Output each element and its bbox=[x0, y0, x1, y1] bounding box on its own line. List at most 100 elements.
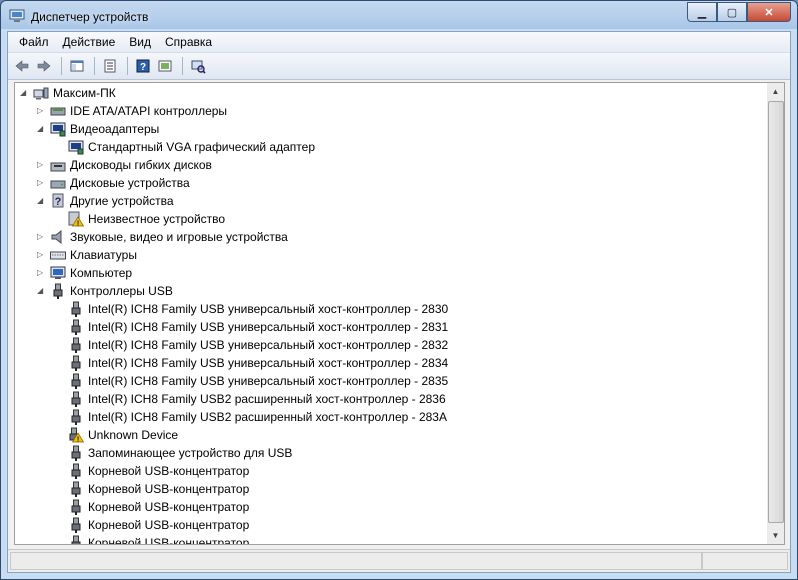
minimize-button[interactable]: ▁ bbox=[687, 2, 717, 22]
tree-node[interactable]: Intel(R) ICH8 Family USB2 расширенный хо… bbox=[15, 390, 765, 408]
expand-arrow-icon[interactable]: ▷ bbox=[37, 160, 45, 169]
disk-drive-icon bbox=[50, 180, 66, 189]
toolbar: ? bbox=[8, 53, 790, 80]
device-tree[interactable]: ◢ Максим-ПК ▷ IDE ATA/ATAPI контроллеры ◢ Вид… bbox=[14, 82, 769, 545]
tree-node[interactable]: Корневой USB-концентратор bbox=[15, 498, 765, 516]
status-pane-main bbox=[10, 552, 702, 570]
collapse-arrow-icon[interactable]: ◢ bbox=[37, 124, 45, 133]
collapse-arrow-icon[interactable]: ◢ bbox=[37, 286, 45, 295]
scroll-thumb[interactable] bbox=[768, 101, 784, 523]
warning-device-icon: ! bbox=[68, 211, 84, 227]
usb-plug-icon bbox=[71, 337, 81, 353]
show-hide-button[interactable] bbox=[155, 56, 175, 76]
tree-node[interactable]: ▷ Дисковые устройства bbox=[15, 174, 765, 192]
properties-button[interactable] bbox=[100, 56, 120, 76]
window-title: Диспетчер устройств bbox=[31, 10, 149, 24]
tree-node-label: Intel(R) ICH8 Family USB универсальный х… bbox=[88, 356, 449, 370]
tree-node-label: Видеоадаптеры bbox=[70, 122, 160, 136]
menu-item-1[interactable]: Действие bbox=[56, 33, 123, 51]
usb-plug-icon bbox=[71, 499, 81, 515]
tree-node[interactable]: ! Unknown Device bbox=[15, 426, 765, 444]
title-bar[interactable]: Диспетчер устройств ▁ ▢ ✕ bbox=[1, 1, 797, 31]
usb-plug-icon bbox=[71, 409, 81, 425]
usb-plug-icon bbox=[71, 301, 81, 317]
tree-node[interactable]: Intel(R) ICH8 Family USB универсальный х… bbox=[15, 300, 765, 318]
client-area: Файл Действие Вид Справка ? ◢ Максим-ПК ▷ IDE … bbox=[7, 31, 791, 573]
toolbar-separator bbox=[61, 57, 62, 75]
tree-node[interactable]: ◢ Контроллеры USB bbox=[15, 282, 765, 300]
display-adapter-icon bbox=[50, 122, 66, 137]
tree-node-label: Intel(R) ICH8 Family USB универсальный х… bbox=[88, 320, 449, 334]
scan-hardware-button[interactable] bbox=[188, 56, 208, 76]
collapse-arrow-icon[interactable]: ◢ bbox=[37, 196, 45, 205]
svg-text:!: ! bbox=[77, 437, 79, 444]
tree-node-label: Неизвестное устройство bbox=[88, 212, 226, 226]
monitor-icon bbox=[50, 266, 66, 279]
help-icon: ? bbox=[136, 59, 150, 73]
usb-plug-icon bbox=[71, 355, 81, 371]
floppy-drive-icon bbox=[50, 162, 66, 172]
display-adapter-icon bbox=[68, 140, 84, 155]
tree-node-label: Корневой USB-концентратор bbox=[88, 482, 250, 496]
tree-node[interactable]: Intel(R) ICH8 Family USB универсальный х… bbox=[15, 354, 765, 372]
menu-item-2[interactable]: Вид bbox=[122, 33, 158, 51]
usb-plug-icon bbox=[71, 391, 81, 407]
tree-node-label: Запоминающее устройство для USB bbox=[88, 446, 293, 460]
tree-node-label: Максим-ПК bbox=[53, 86, 116, 100]
tree-node[interactable]: Intel(R) ICH8 Family USB универсальный х… bbox=[15, 372, 765, 390]
tree-node-label: Дисковые устройства bbox=[70, 176, 190, 190]
tree-node-label: Unknown Device bbox=[88, 428, 179, 442]
collapse-arrow-icon[interactable]: ◢ bbox=[20, 88, 28, 97]
expand-arrow-icon[interactable]: ▷ bbox=[37, 268, 45, 277]
console-tree-button[interactable] bbox=[67, 56, 87, 76]
tree-vertical-scrollbar[interactable]: ▲ ▼ bbox=[767, 82, 785, 545]
tree-node[interactable]: Intel(R) ICH8 Family USB универсальный х… bbox=[15, 318, 765, 336]
back-arrow-button[interactable] bbox=[12, 56, 32, 76]
tree-node-label: Звуковые, видео и игровые устройства bbox=[70, 230, 288, 244]
tree-node[interactable]: Корневой USB-концентратор bbox=[15, 516, 765, 534]
tree-node[interactable]: ◢ Видеоадаптеры bbox=[15, 120, 765, 138]
expand-arrow-icon[interactable]: ▷ bbox=[37, 178, 45, 187]
toolbar-separator bbox=[182, 57, 183, 75]
close-button[interactable]: ✕ bbox=[747, 2, 791, 22]
usb-plug-icon bbox=[71, 373, 81, 389]
tree-node[interactable]: ▷ Звуковые, видео и игровые устройства bbox=[15, 228, 765, 246]
tree-node[interactable]: ▷ Клавиатуры bbox=[15, 246, 765, 264]
tree-node[interactable]: Стандартный VGA графический адаптер bbox=[15, 138, 765, 156]
device-manager-window: Диспетчер устройств ▁ ▢ ✕ Файл Действие Ви… bbox=[0, 0, 798, 580]
menu-item-0[interactable]: Файл bbox=[12, 33, 56, 51]
usb-warning-icon: ! bbox=[69, 427, 84, 444]
menu-item-3[interactable]: Справка bbox=[158, 33, 219, 51]
status-pane-secondary bbox=[702, 552, 788, 570]
usb-plug-icon bbox=[71, 535, 81, 544]
expand-arrow-icon[interactable]: ▷ bbox=[37, 106, 45, 115]
tree-node[interactable]: Intel(R) ICH8 Family USB2 расширенный хо… bbox=[15, 408, 765, 426]
help-button[interactable]: ? bbox=[133, 56, 153, 76]
device-manager-icon bbox=[9, 9, 25, 22]
scroll-down-button[interactable]: ▼ bbox=[767, 527, 784, 544]
console-tree-icon bbox=[70, 60, 84, 72]
tree-node[interactable]: Запоминающее устройство для USB bbox=[15, 444, 765, 462]
tree-node[interactable]: ▷ Дисководы гибких дисков bbox=[15, 156, 765, 174]
svg-text:?: ? bbox=[140, 62, 146, 73]
tree-node[interactable]: ◢? Другие устройства bbox=[15, 192, 765, 210]
tree-node[interactable]: ▷ Компьютер bbox=[15, 264, 765, 282]
expand-arrow-icon[interactable]: ▷ bbox=[37, 232, 45, 241]
tree-node[interactable]: Корневой USB-концентратор bbox=[15, 462, 765, 480]
tree-node[interactable]: ▷ IDE ATA/ATAPI контроллеры bbox=[15, 102, 765, 120]
maximize-button[interactable]: ▢ bbox=[717, 2, 747, 22]
usb-plug-icon bbox=[71, 319, 81, 335]
scroll-up-button[interactable]: ▲ bbox=[767, 83, 784, 100]
tree-node-label: Контроллеры USB bbox=[70, 284, 173, 298]
tree-node[interactable]: ! Неизвестное устройство bbox=[15, 210, 765, 228]
usb-plug-icon bbox=[53, 283, 63, 299]
tree-node[interactable]: Intel(R) ICH8 Family USB универсальный х… bbox=[15, 336, 765, 354]
keyboard-icon bbox=[50, 251, 66, 260]
forward-arrow-button[interactable] bbox=[34, 56, 54, 76]
usb-plug-icon bbox=[71, 481, 81, 497]
expand-arrow-icon[interactable]: ▷ bbox=[37, 250, 45, 259]
tree-node[interactable]: ◢ Максим-ПК bbox=[15, 84, 765, 102]
tree-node-label: IDE ATA/ATAPI контроллеры bbox=[70, 104, 228, 118]
tree-node[interactable]: Корневой USB-концентратор bbox=[15, 480, 765, 498]
tree-node[interactable]: Корневой USB-концентратор bbox=[15, 534, 765, 544]
